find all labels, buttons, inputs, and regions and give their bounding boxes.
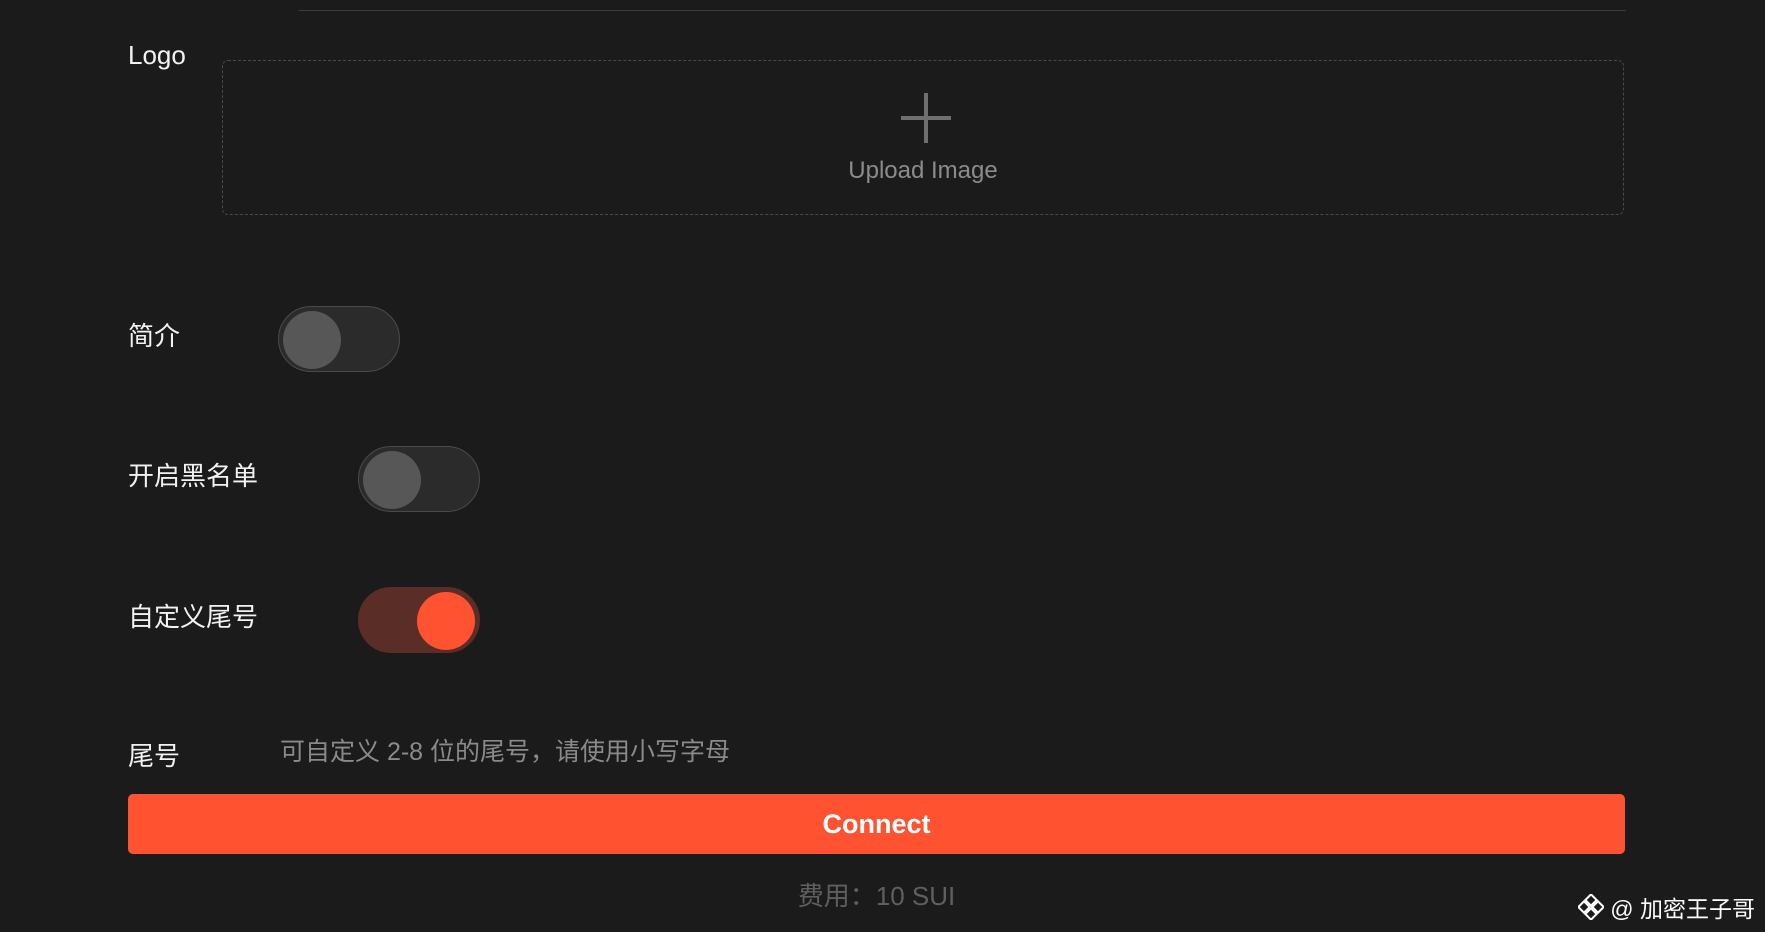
toggle-knob bbox=[417, 592, 475, 650]
blacklist-toggle[interactable] bbox=[358, 446, 480, 512]
suffix-label: 尾号 bbox=[128, 741, 181, 771]
top-divider bbox=[299, 10, 1626, 11]
binance-logo-icon bbox=[1578, 894, 1605, 920]
logo-upload-area[interactable]: Upload Image bbox=[222, 60, 1624, 215]
toggle-knob bbox=[363, 451, 421, 509]
watermark: @ 加密王子哥 bbox=[1578, 890, 1755, 924]
fee-text: 费用：10 SUI bbox=[797, 881, 956, 911]
blacklist-label: 开启黑名单 bbox=[128, 461, 259, 491]
intro-label: 简介 bbox=[128, 321, 181, 351]
suffix-input[interactable] bbox=[266, 730, 1624, 774]
create-profile-form: Logo Upload Image 简介 开启黑名单 自定义尾号 尾号 Conn… bbox=[0, 0, 1765, 932]
custom-suffix-label: 自定义尾号 bbox=[128, 602, 259, 632]
plus-icon bbox=[901, 93, 951, 143]
watermark-text: @ 加密王子哥 bbox=[1610, 896, 1755, 922]
upload-image-text: Upload Image bbox=[848, 157, 998, 184]
intro-toggle[interactable] bbox=[278, 306, 400, 372]
connect-button[interactable]: Connect bbox=[128, 794, 1625, 854]
logo-label: Logo bbox=[128, 40, 186, 70]
custom-suffix-toggle[interactable] bbox=[358, 587, 480, 653]
toggle-knob bbox=[283, 311, 341, 369]
